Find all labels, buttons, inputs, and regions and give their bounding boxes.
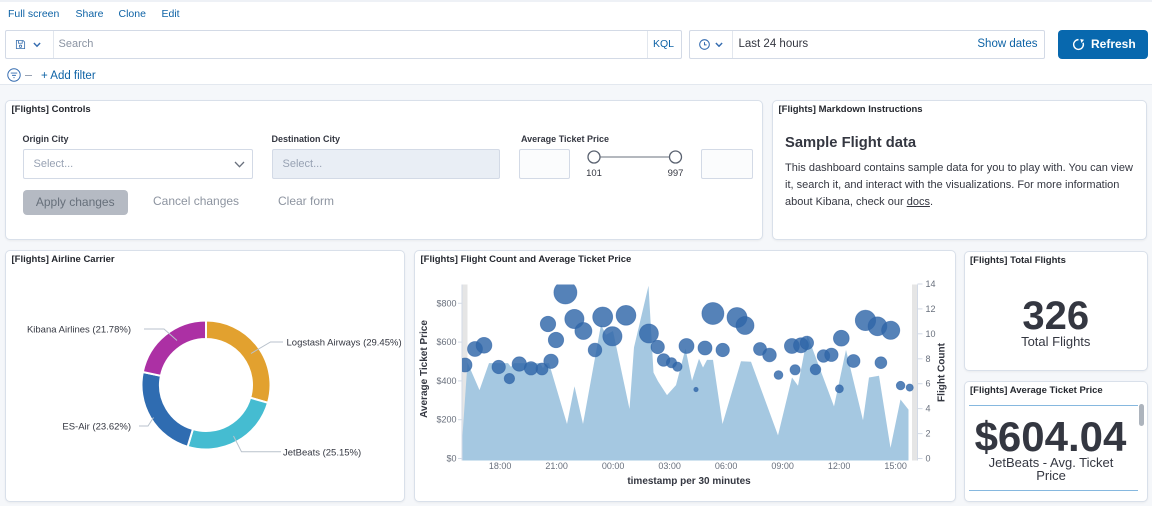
svg-text:12: 12 (926, 304, 936, 314)
svg-text:Logstash Airways (29.45%): Logstash Airways (29.45%) (287, 338, 402, 349)
svg-text:$600: $600 (436, 337, 456, 347)
svg-text:Flight Count: Flight Count (937, 342, 948, 402)
svg-text:ES-Air (23.62%): ES-Air (23.62%) (62, 422, 131, 433)
svg-text:997: 997 (668, 168, 684, 179)
svg-text:$200: $200 (436, 415, 456, 425)
svg-text:Average Ticket Price: Average Ticket Price (419, 320, 430, 418)
svg-text:0: 0 (926, 454, 931, 464)
svg-text:4: 4 (926, 404, 931, 414)
svg-text:03:00: 03:00 (658, 461, 681, 471)
svg-text:21:00: 21:00 (545, 461, 568, 471)
svg-text:6: 6 (926, 379, 931, 389)
svg-text:06:00: 06:00 (715, 461, 738, 471)
svg-text:101: 101 (586, 168, 602, 179)
svg-text:15:00: 15:00 (884, 461, 907, 471)
svg-text:8: 8 (926, 354, 931, 364)
svg-text:12:00: 12:00 (828, 461, 851, 471)
svg-text:00:00: 00:00 (602, 461, 625, 471)
svg-text:JetBeats (25.15%): JetBeats (25.15%) (283, 448, 361, 459)
svg-text:2: 2 (926, 429, 931, 439)
svg-text:09:00: 09:00 (771, 461, 794, 471)
svg-text:$400: $400 (436, 376, 456, 386)
svg-text:$800: $800 (436, 298, 456, 308)
svg-text:$0: $0 (446, 454, 456, 464)
svg-text:14: 14 (926, 279, 936, 289)
svg-text:Kibana Airlines (21.78%): Kibana Airlines (21.78%) (27, 325, 131, 336)
svg-text:timestamp per 30 minutes: timestamp per 30 minutes (627, 476, 751, 487)
svg-text:10: 10 (926, 329, 936, 339)
svg-text:18:00: 18:00 (489, 461, 512, 471)
